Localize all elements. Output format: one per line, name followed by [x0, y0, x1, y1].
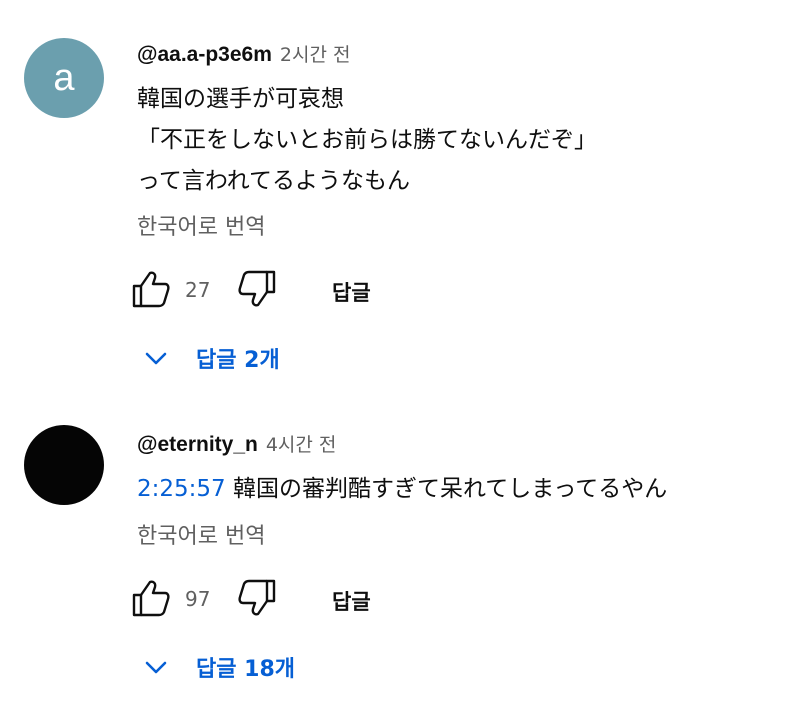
thumb-down-icon	[238, 270, 276, 307]
chevron-down-icon	[145, 352, 167, 365]
video-timestamp-link[interactable]: 2:25:57	[137, 476, 226, 502]
comment-text: 韓国の審判酷すぎて呆れてしまってるやん	[225, 476, 668, 502]
replies-count-label: 답글 2개	[196, 348, 280, 373]
translate-link[interactable]: 한국어로 번역	[137, 217, 265, 239]
like-count: 97	[185, 587, 211, 611]
comment-text-line-2: 「不正をしないとお前らは勝てないんだぞ」	[137, 127, 597, 153]
replies-count-label: 답글 18개	[196, 657, 295, 682]
like-count: 27	[185, 278, 211, 302]
view-replies-button[interactable]: 답글 18개	[140, 651, 295, 683]
dislike-button[interactable]	[236, 268, 278, 310]
comment-text-line-3: って言われてるようなもん	[137, 168, 411, 194]
comment-actions: 97 답글	[0, 577, 798, 623]
author-name[interactable]: @eternity_n	[137, 433, 258, 457]
thumb-up-icon	[132, 271, 170, 308]
like-button[interactable]	[130, 577, 172, 619]
comment-actions: 27 답글	[0, 268, 798, 314]
reply-button[interactable]: 답글	[332, 277, 371, 307]
like-button[interactable]	[130, 268, 172, 310]
avatar-letter: a	[53, 56, 75, 99]
translate-link[interactable]: 한국어로 번역	[137, 526, 265, 548]
avatar[interactable]: a	[24, 38, 104, 118]
author-name[interactable]: @aa.a-p3e6m	[137, 43, 272, 67]
comment-time[interactable]: 2시간 전	[280, 40, 351, 67]
comment-text-line-1: 韓国の選手が可哀想	[137, 86, 344, 112]
comment-text-line-1: 2:25:57 韓国の審判酷すぎて呆れてしまってるやん	[137, 478, 667, 501]
view-replies-button[interactable]: 답글 2개	[140, 342, 280, 374]
comment-time[interactable]: 4시간 전	[266, 430, 337, 457]
dislike-button[interactable]	[236, 577, 278, 619]
chevron-down-icon	[145, 661, 167, 674]
comment-header: @eternity_n 4시간 전	[137, 430, 336, 457]
avatar[interactable]	[24, 425, 104, 505]
reply-button[interactable]: 답글	[332, 586, 371, 616]
thumb-down-icon	[238, 579, 276, 616]
thumb-up-icon	[132, 580, 170, 617]
comment-header: @aa.a-p3e6m 2시간 전	[137, 40, 350, 67]
